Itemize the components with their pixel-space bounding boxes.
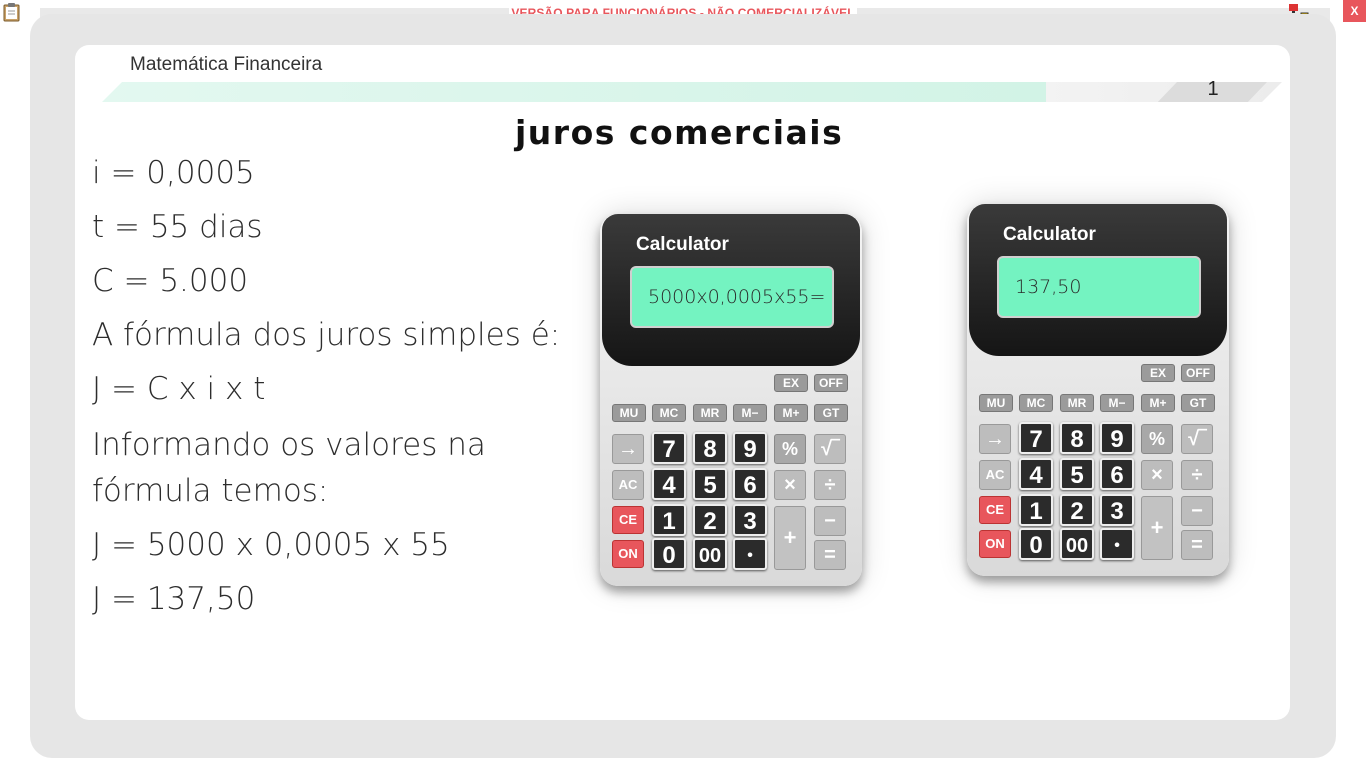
text-line: J = 5000 x 0,0005 x 55 [92, 527, 450, 563]
key-m-minus[interactable]: M− [733, 404, 767, 422]
key-8[interactable]: 8 [1060, 422, 1094, 454]
key-arrow[interactable]: → [979, 424, 1011, 454]
key-mc[interactable]: MC [652, 404, 686, 422]
key-6[interactable]: 6 [733, 468, 767, 500]
clipboard-icon[interactable] [3, 2, 20, 22]
key-multiply[interactable]: × [1141, 460, 1173, 490]
key-plus[interactable]: + [774, 506, 806, 570]
key-3[interactable]: 3 [733, 504, 767, 536]
text-line: J = 137,50 [92, 581, 256, 617]
key-minus[interactable]: − [814, 506, 846, 536]
key-gt[interactable]: GT [1181, 394, 1215, 412]
key-ac[interactable]: AC [979, 460, 1011, 490]
key-00[interactable]: 00 [1060, 528, 1094, 560]
calculator-display: 137,50 [997, 256, 1201, 318]
key-divide[interactable]: ÷ [1181, 460, 1213, 490]
key-9[interactable]: 9 [1100, 422, 1134, 454]
key-3[interactable]: 3 [1100, 494, 1134, 526]
key-m-minus[interactable]: M− [1100, 394, 1134, 412]
key-mu[interactable]: MU [612, 404, 646, 422]
key-4[interactable]: 4 [652, 468, 686, 500]
key-0[interactable]: 0 [1019, 528, 1053, 560]
key-mr[interactable]: MR [1060, 394, 1094, 412]
text-line: J = C x i x t [92, 371, 266, 407]
key-on[interactable]: ON [979, 530, 1011, 558]
text-line: A fórmula dos juros simples é: [92, 317, 561, 353]
key-ex[interactable]: EX [774, 374, 808, 392]
key-ce[interactable]: CE [612, 506, 644, 534]
key-00[interactable]: 00 [693, 538, 727, 570]
key-mr[interactable]: MR [693, 404, 727, 422]
key-equals[interactable]: = [814, 540, 846, 570]
key-5[interactable]: 5 [693, 468, 727, 500]
key-arrow[interactable]: → [612, 434, 644, 464]
text-line: Informando os valores na fórmula temos: [92, 427, 486, 509]
close-button[interactable]: X [1343, 0, 1366, 22]
key-m-plus[interactable]: M+ [1141, 394, 1175, 412]
key-2[interactable]: 2 [1060, 494, 1094, 526]
key-9[interactable]: 9 [733, 432, 767, 464]
key-percent[interactable]: % [1141, 424, 1173, 454]
key-multiply[interactable]: × [774, 470, 806, 500]
key-sqrt[interactable]: √‾ [814, 434, 846, 464]
key-7[interactable]: 7 [1019, 422, 1053, 454]
key-0[interactable]: 0 [652, 538, 686, 570]
key-gt[interactable]: GT [814, 404, 848, 422]
key-decimal[interactable]: • [1100, 528, 1134, 560]
calculator-brand: Calculator [1003, 224, 1096, 245]
key-minus[interactable]: − [1181, 496, 1213, 526]
text-line: i = 0,0005 [92, 155, 255, 191]
key-mu[interactable]: MU [979, 394, 1013, 412]
key-mc[interactable]: MC [1019, 394, 1053, 412]
formula-text: i = 0,0005 t = 55 dias C = 5.000 A fórmu… [92, 146, 572, 626]
key-off[interactable]: OFF [1181, 364, 1215, 382]
key-divide[interactable]: ÷ [814, 470, 846, 500]
key-m-plus[interactable]: M+ [774, 404, 808, 422]
key-off[interactable]: OFF [814, 374, 848, 392]
key-4[interactable]: 4 [1019, 458, 1053, 490]
course-title: Matemática Financeira [130, 54, 323, 75]
text-line: C = 5.000 [92, 263, 249, 299]
key-6[interactable]: 6 [1100, 458, 1134, 490]
key-ac[interactable]: AC [612, 470, 644, 500]
header-bar [102, 82, 1282, 102]
key-1[interactable]: 1 [652, 504, 686, 536]
key-2[interactable]: 2 [693, 504, 727, 536]
key-plus[interactable]: + [1141, 496, 1173, 560]
key-8[interactable]: 8 [693, 432, 727, 464]
key-5[interactable]: 5 [1060, 458, 1094, 490]
page-number: 1 [1207, 78, 1219, 100]
key-decimal[interactable]: • [733, 538, 767, 570]
text-line: t = 55 dias [92, 209, 263, 245]
key-percent[interactable]: % [774, 434, 806, 464]
key-ex[interactable]: EX [1141, 364, 1175, 382]
calculator-display: 5000x0,0005x55= [630, 266, 834, 328]
key-equals[interactable]: = [1181, 530, 1213, 560]
key-on[interactable]: ON [612, 540, 644, 568]
key-ce[interactable]: CE [979, 496, 1011, 524]
calculator-brand: Calculator [636, 234, 729, 255]
key-7[interactable]: 7 [652, 432, 686, 464]
key-sqrt[interactable]: √‾ [1181, 424, 1213, 454]
key-1[interactable]: 1 [1019, 494, 1053, 526]
